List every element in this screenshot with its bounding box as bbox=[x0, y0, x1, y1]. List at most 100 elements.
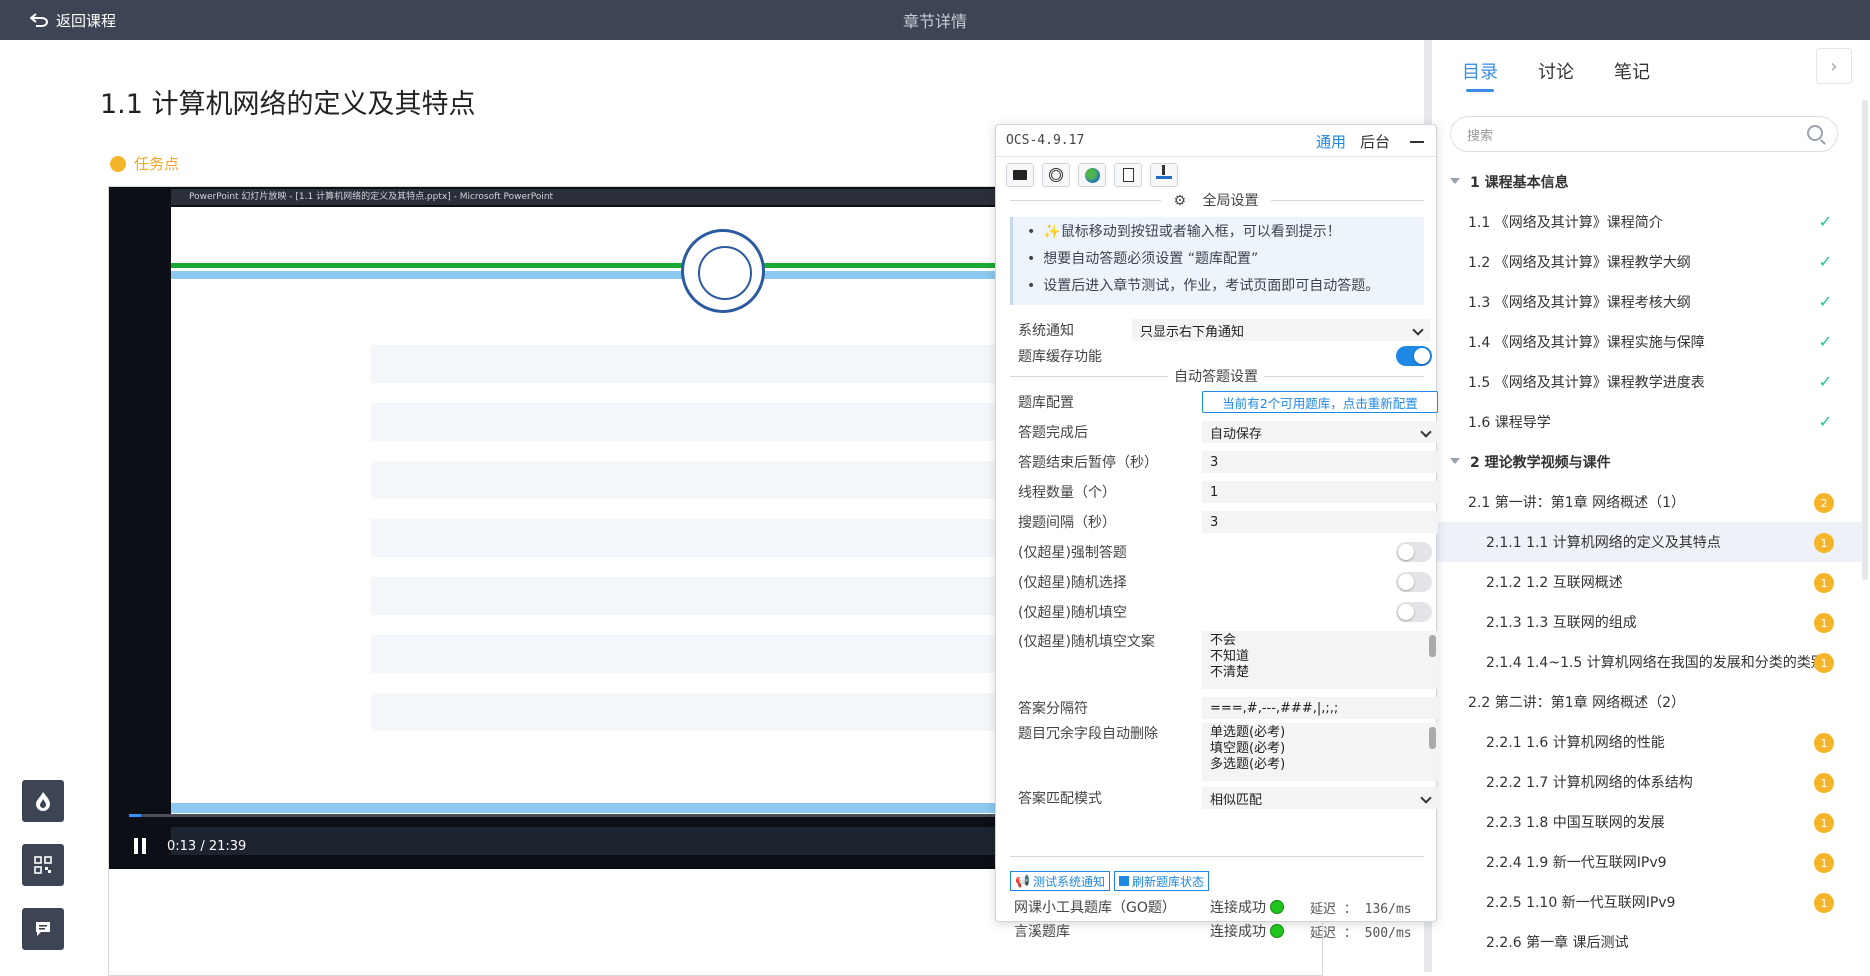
refresh-bank-button[interactable]: 刷新题库状态 bbox=[1114, 871, 1210, 891]
monitor-button[interactable] bbox=[1006, 163, 1034, 187]
catalog-item[interactable]: 2.2 第二讲：第1章 网络概述（2） bbox=[1432, 682, 1862, 722]
system-notice-select[interactable]: 只显示右下角通知 bbox=[1132, 319, 1430, 341]
after-answer-select[interactable]: 自动保存 bbox=[1202, 421, 1438, 443]
ai-assistant-button[interactable] bbox=[22, 780, 64, 822]
redundant-row: 题目冗余字段自动删除 单选题(必考) 填空题(必考) 多选题(必考) bbox=[1018, 723, 1438, 781]
redundant-textarea[interactable]: 单选题(必考) 填空题(必考) 多选题(必考) bbox=[1202, 723, 1438, 781]
force-answer-toggle[interactable] bbox=[1396, 542, 1432, 562]
separator-label: 答案分隔符 bbox=[1018, 701, 1088, 717]
qr-code-button[interactable] bbox=[22, 844, 64, 886]
tip-item: 设置后进入章节测试，作业，考试页面即可自动答题。 bbox=[1027, 273, 1424, 300]
catalog-search-input[interactable]: 搜索 bbox=[1450, 116, 1838, 152]
interval-input[interactable]: 3 bbox=[1202, 511, 1438, 533]
settings-button[interactable] bbox=[1042, 163, 1070, 187]
after-answer-label: 答题完成后 bbox=[1018, 425, 1088, 441]
divider bbox=[1010, 856, 1424, 857]
catalog-section[interactable]: 1 课程基本信息 bbox=[1432, 162, 1862, 202]
collapse-panel-button[interactable]: › bbox=[1816, 48, 1852, 84]
tab-notes[interactable]: 笔记 bbox=[1614, 58, 1650, 92]
catalog-item[interactable]: 2.1.3 1.3 互联网的组成 1 bbox=[1432, 602, 1862, 642]
gear-icon bbox=[1049, 168, 1063, 182]
ship-button[interactable] bbox=[1150, 163, 1178, 187]
threads-input[interactable]: 1 bbox=[1202, 481, 1438, 503]
page-title: 章节详情 bbox=[902, 12, 967, 31]
catalog-item[interactable]: 2.1.2 1.2 互联网概述 1 bbox=[1432, 562, 1862, 602]
pause-row: 答题结束后暂停（秒） 3 bbox=[1018, 451, 1438, 473]
interval-label: 搜题间隔（秒） bbox=[1018, 515, 1116, 531]
ocs-version: OCS-4.9.17 bbox=[1006, 133, 1085, 148]
catalog-item[interactable]: 1.5 《网络及其计算》课程教学进度表 ✓ bbox=[1432, 362, 1862, 402]
tab-catalog[interactable]: 目录 bbox=[1462, 58, 1498, 92]
catalog-item[interactable]: 1.2 《网络及其计算》课程教学大纲 ✓ bbox=[1432, 242, 1862, 282]
ocs-general-tab[interactable]: 通用 bbox=[1316, 131, 1346, 152]
random-fill-toggle[interactable] bbox=[1396, 602, 1432, 622]
catalog-item[interactable]: 1.3 《网络及其计算》课程考核大纲 ✓ bbox=[1432, 282, 1862, 322]
match-select[interactable]: 相似匹配 bbox=[1202, 787, 1438, 809]
random-fill-textarea[interactable]: 不会 不知道 不清楚 bbox=[1202, 631, 1438, 689]
pause-icon[interactable] bbox=[133, 838, 147, 854]
catalog-item-label: 1.4 《网络及其计算》课程实施与保障 bbox=[1468, 335, 1705, 351]
catalog-item[interactable]: 2.1 第一讲：第1章 网络概述（1） 2 bbox=[1432, 482, 1862, 522]
random-select-toggle[interactable] bbox=[1396, 572, 1432, 592]
minimize-icon[interactable] bbox=[1410, 140, 1424, 143]
bank-config-button[interactable]: 当前有2个可用题库，点击重新配置 bbox=[1202, 391, 1438, 413]
refresh-icon bbox=[1119, 876, 1129, 886]
catalog-item-label: 2.1.1 1.1 计算机网络的定义及其特点 bbox=[1486, 535, 1721, 551]
ocs-header[interactable]: OCS-4.9.17 通用 后台 bbox=[996, 125, 1436, 157]
task-count-badge: 2 bbox=[1814, 493, 1834, 513]
test-notice-label: 测试系统通知 bbox=[1032, 874, 1105, 889]
force-answer-row: (仅超星)强制答题 bbox=[1018, 541, 1432, 563]
catalog-item[interactable]: 2.2.1 1.6 计算机网络的性能 1 bbox=[1432, 722, 1862, 762]
catalog-item-label: 1.5 《网络及其计算》课程教学进度表 bbox=[1468, 375, 1705, 391]
search-icon[interactable] bbox=[1807, 125, 1823, 141]
catalog-item-label: 2 理论教学视频与课件 bbox=[1470, 455, 1611, 471]
threads-label: 线程数量（个） bbox=[1018, 485, 1116, 501]
catalog-item-label: 2.2.3 1.8 中国互联网的发展 bbox=[1486, 815, 1665, 831]
check-icon: ✓ bbox=[1818, 332, 1832, 351]
separator-row: 答案分隔符 ===,#,---,###,|,;,; bbox=[1018, 697, 1438, 719]
catalog-item[interactable]: 2.1.4 1.4~1.5 计算机网络在我国的发展和分类的类别 1 bbox=[1432, 642, 1862, 682]
megaphone-icon: 📢 bbox=[1015, 874, 1030, 888]
catalog-item[interactable]: 2.2.5 1.10 新一代互联网IPv9 1 bbox=[1432, 882, 1862, 922]
textarea-scrollbar[interactable] bbox=[1429, 727, 1436, 749]
pause-label: 答题结束后暂停（秒） bbox=[1018, 455, 1158, 471]
catalog-item[interactable]: 2.2.4 1.9 新一代互联网IPv9 1 bbox=[1432, 842, 1862, 882]
cache-toggle[interactable] bbox=[1396, 346, 1432, 366]
task-point-icon bbox=[110, 155, 126, 172]
bank-name: 网课小工具题库（GO题） bbox=[1014, 900, 1176, 916]
global-settings-label: 全局设置 bbox=[1196, 193, 1265, 209]
video-progress-fill bbox=[129, 814, 141, 817]
catalog-item[interactable]: 2.2.6 第一章 课后测试 bbox=[1432, 922, 1862, 962]
task-count-badge: 1 bbox=[1814, 773, 1834, 793]
random-select-row: (仅超星)随机选择 bbox=[1018, 571, 1432, 593]
comment-button[interactable] bbox=[22, 908, 64, 950]
catalog-item[interactable]: 2.1.1 1.1 计算机网络的定义及其特点 1 bbox=[1432, 522, 1862, 562]
catalog-item[interactable]: 1.6 课程导学 ✓ bbox=[1432, 402, 1862, 442]
ocs-backend-tab[interactable]: 后台 bbox=[1360, 131, 1390, 152]
catalog-section[interactable]: 2 理论教学视频与课件 bbox=[1432, 442, 1862, 482]
catalog-panel: 目录 讨论 笔记 › 搜索 1 课程基本信息 1.1 《网络及其计算》课程简介 ✓ 1… bbox=[1432, 40, 1870, 972]
catalog-item[interactable]: 1.1 《网络及其计算》课程简介 ✓ bbox=[1432, 202, 1862, 242]
catalog-item-label: 1.1 《网络及其计算》课程简介 bbox=[1468, 215, 1663, 231]
lesson-title: 1.1 计算机网络的定义及其特点 bbox=[100, 89, 476, 120]
document-button[interactable] bbox=[1114, 163, 1142, 187]
catalog-item[interactable]: 2.2.3 1.8 中国互联网的发展 1 bbox=[1432, 802, 1862, 842]
globe-button[interactable] bbox=[1078, 163, 1106, 187]
catalog-item-label: 2.2.2 1.7 计算机网络的体系结构 bbox=[1486, 775, 1693, 791]
separator-input[interactable]: ===,#,---,###,|,;,; bbox=[1202, 697, 1438, 719]
back-to-course-button[interactable]: 返回课程 bbox=[30, 0, 116, 40]
catalog-item[interactable]: 1.4 《网络及其计算》课程实施与保障 ✓ bbox=[1432, 322, 1862, 362]
test-notice-button[interactable]: 📢 测试系统通知 bbox=[1010, 871, 1110, 891]
catalog-scrollbar[interactable] bbox=[1862, 100, 1868, 580]
chevron-right-icon: › bbox=[1830, 55, 1838, 77]
redundant-label: 题目冗余字段自动删除 bbox=[1018, 726, 1158, 742]
gear-icon: ⚙ bbox=[1167, 193, 1193, 209]
back-arrow-icon bbox=[30, 13, 48, 27]
pause-input[interactable]: 3 bbox=[1202, 451, 1438, 473]
bank-status-text: 连接成功 bbox=[1210, 924, 1266, 940]
tab-discussion[interactable]: 讨论 bbox=[1538, 58, 1574, 92]
catalog-item-label: 2.1.2 1.2 互联网概述 bbox=[1486, 575, 1623, 591]
fill-text-line: 不知道 bbox=[1210, 649, 1250, 664]
textarea-scrollbar[interactable] bbox=[1429, 635, 1436, 657]
catalog-item[interactable]: 2.2.2 1.7 计算机网络的体系结构 1 bbox=[1432, 762, 1862, 802]
